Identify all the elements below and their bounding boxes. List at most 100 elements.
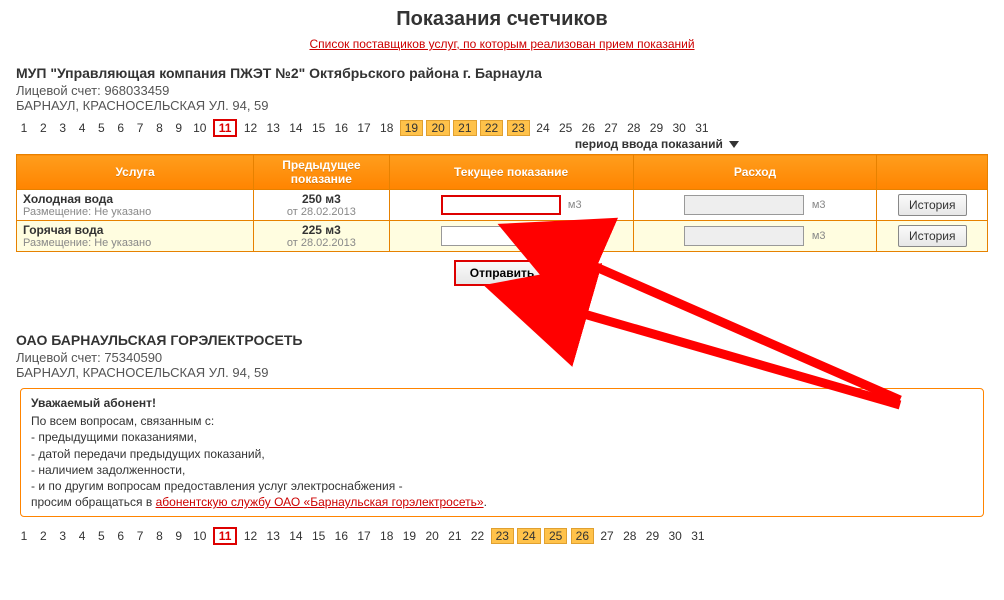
cons-cell: м3 <box>633 221 877 252</box>
day-cell[interactable]: 8 <box>151 528 167 544</box>
day-cell[interactable]: 13 <box>264 120 283 136</box>
account-label: Лицевой счет: <box>16 83 101 98</box>
notice-contact-prefix: просим обращаться в <box>31 495 156 509</box>
address-line: БАРНАУЛ, КРАСНОСЕЛЬСКАЯ УЛ. 94, 59 <box>16 98 988 113</box>
day-cell[interactable]: 15 <box>309 528 328 544</box>
day-cell[interactable]: 1 <box>16 528 32 544</box>
day-cell[interactable]: 11 <box>213 119 238 137</box>
day-cell[interactable]: 14 <box>286 120 305 136</box>
actions-cell: История <box>877 221 988 252</box>
notice-contact-link[interactable]: абонентскую службу ОАО «Барнаульская гор… <box>156 495 484 509</box>
day-cell[interactable]: 22 <box>480 120 503 136</box>
day-cell[interactable]: 22 <box>468 528 487 544</box>
prev-cell: 225 м3 от 28.02.2013 <box>254 221 390 252</box>
history-button[interactable]: История <box>898 225 967 247</box>
cons-cell: м3 <box>633 190 877 221</box>
day-cell[interactable]: 24 <box>517 528 540 544</box>
account-label: Лицевой счет: <box>16 350 101 365</box>
day-cell[interactable]: 23 <box>491 528 514 544</box>
day-cell[interactable]: 6 <box>113 120 129 136</box>
day-cell[interactable]: 25 <box>544 528 567 544</box>
day-cell[interactable]: 5 <box>93 120 109 136</box>
day-cell[interactable]: 27 <box>597 528 616 544</box>
day-cell[interactable]: 30 <box>669 120 688 136</box>
day-cell[interactable]: 12 <box>241 528 260 544</box>
day-cell[interactable]: 17 <box>354 120 373 136</box>
provider-block-2: ОАО БАРНАУЛЬСКАЯ ГОРЭЛЕКТРОСЕТЬ Лицевой … <box>12 332 992 547</box>
day-cell[interactable]: 3 <box>55 120 71 136</box>
day-cell[interactable]: 8 <box>151 120 167 136</box>
day-cell[interactable]: 1 <box>16 120 32 136</box>
provider-company: ОАО БАРНАУЛЬСКАЯ ГОРЭЛЕКТРОСЕТЬ <box>16 332 988 348</box>
day-cell[interactable]: 19 <box>400 120 423 136</box>
day-cell[interactable]: 21 <box>453 120 476 136</box>
day-cell[interactable]: 4 <box>74 528 90 544</box>
prev-value: 250 м3 <box>260 192 383 206</box>
prev-date: 28.02.2013 <box>301 237 356 249</box>
history-button[interactable]: История <box>898 194 967 216</box>
placement-line: Размещение: Не указано <box>23 237 247 249</box>
day-cell[interactable]: 15 <box>309 120 328 136</box>
day-cell[interactable]: 14 <box>286 528 305 544</box>
day-cell[interactable]: 13 <box>264 528 283 544</box>
day-cell[interactable]: 17 <box>354 528 373 544</box>
current-cell: м3 <box>389 221 633 252</box>
day-cell[interactable]: 4 <box>74 120 90 136</box>
day-cell[interactable]: 2 <box>35 528 51 544</box>
unit-label: м3 <box>812 199 826 211</box>
day-calendar: 1 2 3 4 5 6 7 8 9 10 11 12 13 14 15 16 1… <box>16 525 988 547</box>
current-reading-input[interactable] <box>441 195 561 215</box>
day-cell[interactable]: 3 <box>55 528 71 544</box>
day-cell[interactable]: 28 <box>620 528 639 544</box>
day-cell[interactable]: 18 <box>377 528 396 544</box>
day-cell[interactable]: 20 <box>422 528 441 544</box>
day-cell[interactable]: 11 <box>213 527 238 545</box>
day-cell[interactable]: 10 <box>190 528 209 544</box>
day-cell[interactable]: 16 <box>332 120 351 136</box>
day-cell[interactable]: 9 <box>171 528 187 544</box>
day-cell[interactable]: 23 <box>507 120 530 136</box>
day-cell[interactable]: 7 <box>132 120 148 136</box>
day-cell[interactable]: 29 <box>643 528 662 544</box>
notice-line: - датой передачи предыдущих показаний, <box>31 446 973 462</box>
notice-line: - предыдущими показаниями, <box>31 429 973 445</box>
placement-value: Не указано <box>94 237 151 249</box>
provider-company: МУП "Управляющая компания ПЖЭТ №2" Октяб… <box>16 65 988 81</box>
date-prefix: от <box>287 237 301 249</box>
day-cell[interactable]: 24 <box>533 120 552 136</box>
day-cell[interactable]: 26 <box>571 528 594 544</box>
day-cell[interactable]: 10 <box>190 120 209 136</box>
unit-label: м3 <box>568 199 582 211</box>
day-cell[interactable]: 12 <box>241 120 260 136</box>
current-reading-input[interactable] <box>441 226 561 246</box>
day-cell[interactable]: 5 <box>93 528 109 544</box>
col-current: Текущее показание <box>389 155 633 190</box>
day-cell[interactable]: 30 <box>665 528 684 544</box>
day-cell[interactable]: 26 <box>579 120 598 136</box>
day-cell[interactable]: 16 <box>332 528 351 544</box>
day-cell[interactable]: 2 <box>35 120 51 136</box>
notice-contact-suffix: . <box>484 495 487 509</box>
triangle-down-icon <box>729 141 739 148</box>
day-cell[interactable]: 18 <box>377 120 396 136</box>
day-cell[interactable]: 25 <box>556 120 575 136</box>
day-cell[interactable]: 29 <box>647 120 666 136</box>
day-cell[interactable]: 7 <box>132 528 148 544</box>
prev-value: 225 м3 <box>260 223 383 237</box>
day-cell[interactable]: 31 <box>688 528 707 544</box>
day-cell[interactable]: 20 <box>426 120 449 136</box>
day-cell[interactable]: 9 <box>171 120 187 136</box>
submit-button[interactable]: Отправить <box>454 260 550 286</box>
notice-contact-line: просим обращаться в абонентскую службу О… <box>31 494 973 510</box>
col-cons: Расход <box>633 155 877 190</box>
service-cell: Холодная вода Размещение: Не указано <box>17 190 254 221</box>
day-cell[interactable]: 27 <box>601 120 620 136</box>
day-cell[interactable]: 28 <box>624 120 643 136</box>
day-cell[interactable]: 21 <box>445 528 464 544</box>
day-cell[interactable]: 6 <box>113 528 129 544</box>
day-cell[interactable]: 19 <box>400 528 419 544</box>
period-label[interactable]: период ввода показаний <box>16 137 988 151</box>
providers-link[interactable]: Список поставщиков услуг, по которым реа… <box>309 37 694 51</box>
day-cell[interactable]: 31 <box>692 120 711 136</box>
service-cell: Горячая вода Размещение: Не указано <box>17 221 254 252</box>
